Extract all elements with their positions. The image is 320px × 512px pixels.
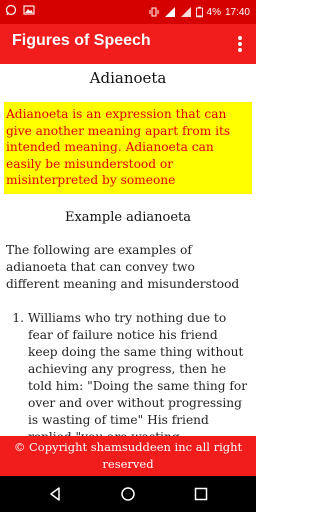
whatsapp-icon — [5, 4, 17, 16]
battery-icon — [195, 6, 203, 18]
list-item-text: Williams who try nothing due to fear of … — [28, 311, 248, 436]
article-heading: Adianoeta — [89, 69, 167, 87]
recents-icon[interactable] — [192, 485, 210, 503]
intro-paragraph: The following are examples of adianoeta … — [6, 243, 240, 291]
app-title: Figures of Speech — [12, 32, 151, 49]
app-bar: Figures of Speech — [0, 24, 256, 64]
list-item-number: 1. — [12, 311, 24, 325]
signal-icon — [164, 7, 175, 17]
overflow-menu-icon[interactable] — [232, 34, 248, 54]
copyright-footer: © Copyright shamsuddeen inc all right re… — [0, 436, 256, 476]
back-icon[interactable] — [46, 485, 64, 503]
list-item: 1. Williams who try nothing due to fear … — [6, 310, 252, 436]
vibrate-icon — [149, 7, 159, 17]
gallery-icon — [23, 5, 35, 15]
navigation-bar — [0, 476, 256, 512]
signal-icon-2 — [180, 7, 191, 17]
home-icon[interactable] — [119, 485, 137, 503]
definition-highlight: Adianoeta is an expression that can give… — [4, 102, 252, 194]
clock: 17:40 — [224, 6, 250, 18]
status-bar: 4% 17:40 — [0, 0, 256, 24]
article-content: Adianoeta Adianoeta is an expression tha… — [0, 64, 256, 436]
example-list: 1. Williams who try nothing due to fear … — [6, 310, 252, 436]
battery-percent: 4% — [206, 6, 221, 18]
example-subheading: Example adianoeta — [64, 210, 192, 225]
